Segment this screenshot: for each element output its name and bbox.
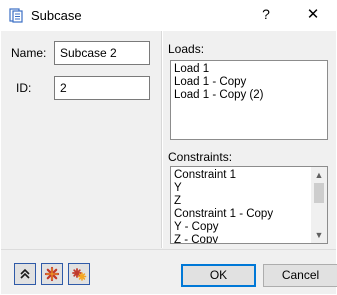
name-label: Name: <box>11 46 47 60</box>
constraints-label: Constraints: <box>168 150 233 164</box>
loads-label: Loads: <box>168 42 205 56</box>
list-item[interactable]: Load 1 <box>171 63 327 76</box>
list-item[interactable]: Constraint 1 <box>171 169 311 182</box>
title-bar: Subcase ? ✕ <box>0 0 337 31</box>
scroll-down-icon[interactable]: ▼ <box>311 227 327 243</box>
constraints-scrollbar[interactable]: ▲ ▼ <box>311 167 327 243</box>
vertical-divider <box>161 31 163 248</box>
cancel-button[interactable]: Cancel <box>263 264 337 287</box>
ok-button[interactable]: OK <box>181 264 256 287</box>
list-item[interactable]: Z - Copy <box>171 234 311 243</box>
dialog-body: Name: Subcase 2 ID: 2 Loads: Load 1 Load… <box>1 31 337 294</box>
id-field[interactable]: 2 <box>54 76 150 100</box>
name-field[interactable]: Subcase 2 <box>54 41 150 65</box>
constraints-list[interactable]: Constraint 1 Y Z Constraint 1 - Copy Y -… <box>170 166 328 244</box>
move-up-icon <box>15 264 35 284</box>
add-new-button[interactable] <box>41 263 63 285</box>
id-label: ID: <box>16 81 32 95</box>
move-up-button[interactable] <box>14 263 36 285</box>
multi-asterisk-icon <box>69 264 89 284</box>
list-item[interactable]: Y - Copy <box>171 221 311 234</box>
help-button[interactable]: ? <box>258 6 274 22</box>
horizontal-divider <box>1 249 336 250</box>
list-item[interactable]: Load 1 - Copy <box>171 76 327 89</box>
list-item[interactable]: Z <box>171 195 311 208</box>
scroll-thumb[interactable] <box>314 183 324 203</box>
asterisk-icon <box>42 264 62 284</box>
close-button[interactable]: ✕ <box>305 5 321 23</box>
clipboard-icon <box>8 7 24 23</box>
list-item[interactable]: Y <box>171 182 311 195</box>
list-item[interactable]: Constraint 1 - Copy <box>171 208 311 221</box>
list-item[interactable]: Load 1 - Copy (2) <box>171 89 327 102</box>
scroll-up-icon[interactable]: ▲ <box>311 167 327 183</box>
window-title: Subcase <box>31 8 82 23</box>
add-multiple-button[interactable] <box>68 263 90 285</box>
loads-list[interactable]: Load 1 Load 1 - Copy Load 1 - Copy (2) <box>170 60 328 140</box>
